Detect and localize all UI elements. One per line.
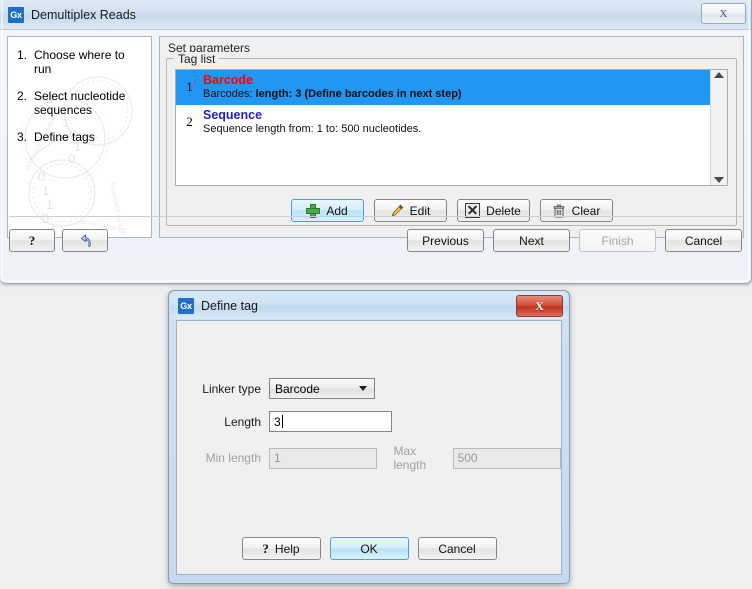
previous-button[interactable]: Previous: [407, 229, 484, 252]
tag-list[interactable]: 1 Barcode Barcodes: length: 3 (Define ba…: [176, 70, 710, 185]
step-list: 1. Choose where to run 2. Select nucleot…: [8, 37, 151, 144]
step-item-2[interactable]: 2. Select nucleotide sequences: [17, 89, 145, 117]
app-icon: Gx: [8, 6, 24, 23]
min-length-value: 1: [274, 451, 281, 465]
wizard-steps-panel: 01 10 10 01 10 10 GENOMICS WORKBENCH BIO…: [7, 36, 152, 238]
dialog-footer: ? Help OK Cancel: [177, 537, 561, 560]
step-label: Define tags: [34, 130, 95, 144]
chevron-down-icon: [359, 386, 367, 391]
linker-type-value: Barcode: [275, 381, 320, 396]
dialog-cancel-button[interactable]: Cancel: [417, 537, 497, 560]
scroll-up-icon[interactable]: [714, 72, 724, 78]
dialog-cancel-label: Cancel: [438, 541, 476, 556]
next-button-label: Next: [519, 233, 544, 248]
finish-button-label: Finish: [601, 233, 634, 248]
text-cursor: [281, 415, 283, 428]
reset-button[interactable]: [62, 229, 108, 252]
dialog-titlebar: Gx Define tag X: [170, 292, 568, 319]
length-input[interactable]: 3: [269, 411, 392, 432]
linker-type-row: Linker type Barcode: [177, 378, 561, 399]
svg-text:1: 1: [46, 197, 53, 212]
dialog-help-label: Help: [274, 541, 300, 556]
tag-list-groupbox: Tag list 1 Barcode Barcodes: length: 3 (…: [166, 52, 737, 226]
linker-type-label: Linker type: [202, 381, 261, 396]
help-button[interactable]: ?: [9, 229, 55, 252]
dialog-help-button[interactable]: ? Help: [241, 537, 321, 560]
define-tag-dialog: Gx Define tag X Linker type Barcode Leng…: [168, 290, 570, 584]
max-length-input: 500: [452, 447, 562, 469]
question-icon: ?: [262, 540, 269, 556]
max-length-label: Max length: [393, 444, 427, 472]
app-icon: Gx: [178, 297, 194, 314]
close-icon[interactable]: X: [516, 295, 563, 317]
step-number: 2.: [17, 89, 28, 103]
tag-desc-plain: Sequence length from: 1 to: 500 nucleoti…: [203, 123, 422, 135]
min-max-length-row: Min length 1 Max length 500: [177, 444, 562, 472]
dialog-title: Define tag: [201, 298, 258, 313]
groupbox-legend: Tag list: [174, 52, 220, 66]
step-number: 3.: [17, 130, 28, 144]
ok-button-label: OK: [360, 541, 378, 556]
next-button[interactable]: Next: [493, 229, 570, 252]
svg-text:0: 0: [68, 151, 75, 166]
tag-number: 1: [186, 79, 193, 94]
cancel-button[interactable]: Cancel: [665, 229, 742, 252]
tag-desc-bold: length: 3 (Define barcodes in next step): [255, 88, 462, 100]
step-label: Choose where to run: [34, 48, 125, 76]
window-titlebar: Gx Demultiplex Reads X: [0, 0, 751, 30]
finish-button: Finish: [579, 229, 656, 252]
tag-title: Barcode: [203, 73, 254, 87]
undo-arrow-icon: [78, 234, 92, 248]
wizard-footer: ? Previous Next Finish Cancel: [0, 214, 751, 283]
step-label: Select nucleotide sequences: [34, 89, 126, 117]
min-length-label: Min length: [205, 451, 261, 465]
tag-description: Sequence length from: 1 to: 500 nucleoti…: [203, 122, 421, 136]
cancel-button-label: Cancel: [684, 233, 723, 248]
tag-title: Sequence: [203, 108, 263, 122]
tag-desc-plain: Barcodes:: [203, 88, 256, 100]
svg-text:1: 1: [42, 183, 49, 198]
wizard-footer-right: Previous Next Finish Cancel: [407, 229, 742, 252]
length-value: 3: [274, 414, 281, 429]
tag-text: Sequence Sequence length from: 1 to: 500…: [203, 108, 421, 136]
step-item-1[interactable]: 1. Choose where to run: [17, 48, 145, 76]
window-title: Demultiplex Reads: [31, 7, 136, 22]
max-length-value: 500: [457, 451, 478, 465]
divider: [9, 216, 742, 217]
help-button-label: ?: [28, 232, 36, 248]
demultiplex-reads-window: Gx Demultiplex Reads X 01 10 10 0 1 1 0 …: [0, 0, 752, 284]
svg-text:0: 0: [38, 169, 45, 184]
set-parameters-panel: Set parameters Tag list 1 Barcode Barcod…: [159, 36, 744, 238]
table-row[interactable]: 1 Barcode Barcodes: length: 3 (Define ba…: [176, 70, 710, 105]
dialog-body: Linker type Barcode Length 3 Min length …: [176, 320, 562, 575]
length-row: Length 3: [177, 411, 561, 432]
min-length-input: 1: [269, 447, 378, 469]
step-item-3[interactable]: 3. Define tags: [17, 130, 145, 144]
step-number: 1.: [17, 48, 28, 62]
vertical-scrollbar[interactable]: [710, 70, 727, 185]
tag-number: 2: [186, 114, 193, 129]
close-icon[interactable]: X: [701, 3, 746, 24]
table-row[interactable]: 2 Sequence Sequence length from: 1 to: 5…: [176, 105, 710, 140]
wizard-body: 01 10 10 01 10 10 GENOMICS WORKBENCH BIO…: [0, 30, 751, 238]
define-tag-form: Linker type Barcode Length 3 Min length …: [177, 321, 562, 472]
scroll-down-icon[interactable]: [714, 177, 724, 183]
linker-type-select[interactable]: Barcode: [269, 378, 375, 399]
tag-list-container: 1 Barcode Barcodes: length: 3 (Define ba…: [175, 69, 728, 186]
tag-text: Barcode Barcodes: length: 3 (Define barc…: [203, 73, 462, 101]
tag-description: Barcodes: length: 3 (Define barcodes in …: [203, 87, 462, 101]
section-title: Set parameters: [168, 41, 251, 55]
ok-button[interactable]: OK: [329, 537, 409, 560]
wizard-footer-row: ? Previous Next Finish Cancel: [9, 229, 742, 252]
length-label: Length: [224, 414, 261, 429]
previous-button-label: Previous: [422, 233, 469, 248]
wizard-footer-left: ?: [9, 229, 108, 252]
